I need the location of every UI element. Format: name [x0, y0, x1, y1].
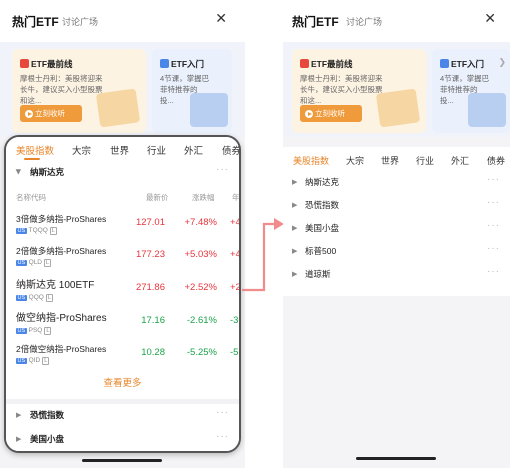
- etf-illustration: [468, 93, 506, 127]
- tab-discussion[interactable]: 讨论广场: [346, 15, 382, 28]
- tab-world[interactable]: 世界: [381, 154, 399, 167]
- more-icon[interactable]: ···: [216, 407, 229, 418]
- page-title: 热门ETF: [12, 15, 59, 29]
- group-nasdaq-expanded[interactable]: ▶ 纳斯达克 ···: [6, 161, 239, 181]
- card-title: ETF入门: [451, 59, 485, 69]
- more-icon[interactable]: ···: [216, 164, 229, 175]
- tab-us-index[interactable]: 美股指数: [16, 143, 54, 157]
- more-icon[interactable]: ···: [487, 174, 500, 185]
- tab-us-index[interactable]: 美股指数: [293, 154, 329, 167]
- home-indicator: [82, 459, 162, 462]
- card-desc: 摩根士丹利：美股将迎来长牛，建议买入小型股票和这...: [20, 74, 103, 105]
- etf-row[interactable]: 2倍做多纳指-ProShares US QLD L 177.23 +5.03% +4…: [6, 242, 239, 274]
- etf-row[interactable]: 做空纳指-ProShares USPSQL 17.16 -2.61% -30: [6, 308, 239, 340]
- group-vix[interactable]: ▶ 恐慌指数 ···: [6, 404, 239, 427]
- tab-commodity[interactable]: 大宗: [346, 154, 364, 167]
- col-change: 涨跌幅: [192, 193, 215, 202]
- tab-forex[interactable]: 外汇: [184, 143, 203, 157]
- etf-row[interactable]: 3倍做多纳指-ProShares US TQQQ L 127.01 +7.48% +…: [6, 210, 239, 242]
- listen-button[interactable]: 立刻收听: [300, 105, 362, 122]
- spacer: [283, 137, 510, 147]
- active-tab-indicator: [24, 158, 40, 160]
- col-name-code: 名称代码: [16, 193, 46, 202]
- more-icon[interactable]: ···: [487, 197, 500, 208]
- tab-discussion[interactable]: 讨论广场: [62, 15, 98, 28]
- etf-row[interactable]: 2倍做空纳指-ProShares USQIDL 10.28 -5.25% -56: [6, 340, 239, 372]
- col-year: 年: [232, 193, 240, 202]
- chevron-right-icon: ▶: [16, 436, 22, 443]
- chevron-down-icon: ▶: [14, 169, 22, 175]
- close-icon[interactable]: ✕: [484, 11, 496, 25]
- banner-area: ETF最前线 摩根士丹利：美股将迎来长牛，建议买入小型股票和这... 立刻收听 …: [0, 42, 245, 137]
- more-icon[interactable]: ···: [487, 266, 500, 277]
- etf-frontline-card[interactable]: ETF最前线 摩根士丹利：美股将迎来长牛，建议买入小型股票和这... 立刻收听: [292, 49, 426, 133]
- book-illustration: [375, 88, 421, 128]
- banner-area: ETF最前线 摩根士丹利：美股将迎来长牛，建议买入小型股票和这... 立刻收听 …: [283, 42, 510, 137]
- card-title: ETF最前线: [311, 59, 353, 69]
- etf-frontline-card[interactable]: ETF最前线 摩根士丹利：美股将迎来长牛，建议买入小型股票和这... 立刻收听: [12, 49, 146, 133]
- page-title: 热门ETF: [292, 15, 339, 29]
- close-icon[interactable]: ✕: [215, 11, 227, 25]
- col-price: 最新价: [146, 193, 169, 202]
- more-icon[interactable]: ···: [487, 220, 500, 231]
- book-icon: [160, 59, 169, 68]
- etf-intro-card[interactable]: ETF入门 4节课，掌握巴菲特推荐的投... ❯: [432, 49, 510, 133]
- group-list: ▶ 纳斯达克 ··· ▶ 恐慌指数 ··· ▶ 美国小盘 ··· ▶ 标普500…: [283, 171, 510, 296]
- tab-industry[interactable]: 行业: [147, 143, 166, 157]
- group-dow-jones[interactable]: ▶ 道琼斯 ···: [283, 263, 510, 286]
- category-tabs: 美股指数 大宗 世界 行业 外汇 债券: [6, 137, 239, 162]
- tab-commodity[interactable]: 大宗: [72, 143, 91, 157]
- card-title: ETF最前线: [31, 59, 73, 69]
- group-us-smallcap[interactable]: ▶ 美国小盘 ···: [6, 428, 239, 451]
- tab-industry[interactable]: 行业: [416, 154, 434, 167]
- header: 热门ETF 讨论广场 ✕: [283, 0, 510, 42]
- group-sp500[interactable]: ▶ 标普500 ···: [283, 240, 510, 263]
- chevron-right-icon: ▶: [16, 412, 22, 419]
- tab-forex[interactable]: 外汇: [451, 154, 469, 167]
- see-more-link[interactable]: 查看更多: [6, 375, 239, 389]
- card-desc: 摩根士丹利：美股将迎来长牛，建议买入小型股票和这...: [300, 74, 383, 105]
- more-icon[interactable]: ···: [216, 431, 229, 442]
- chevron-right-icon: ▶: [292, 179, 298, 186]
- tab-world[interactable]: 世界: [110, 143, 129, 157]
- flag-icon: [300, 59, 309, 68]
- chevron-right-icon: ▶: [292, 271, 298, 278]
- etf-illustration: [190, 93, 228, 127]
- etf-row[interactable]: 纳斯达克 100ETF USQQQL 271.86 +2.52% +28: [6, 275, 239, 307]
- chevron-right-icon: ▶: [292, 225, 298, 232]
- listen-button[interactable]: 立刻收听: [20, 105, 82, 122]
- chevron-right-icon[interactable]: ❯: [498, 57, 506, 68]
- group-us-smallcap[interactable]: ▶ 美国小盘 ···: [283, 217, 510, 240]
- header: 热门ETF 讨论广场 ✕: [0, 0, 245, 42]
- tab-bonds[interactable]: 债券: [487, 154, 505, 167]
- group-vix[interactable]: ▶ 恐慌指数 ···: [283, 194, 510, 217]
- zoomed-etf-list: 美股指数 大宗 世界 行业 外汇 债券 ▶ 纳斯达克 ··· 名称代码 最新价 …: [4, 135, 241, 453]
- right-screen: 热门ETF 讨论广场 ✕ ETF最前线 摩根士丹利：美股将迎来长牛，建议买入小型…: [283, 0, 510, 468]
- card-title: ETF入门: [171, 59, 205, 69]
- book-icon: [440, 59, 449, 68]
- tab-bonds[interactable]: 债券: [222, 143, 239, 157]
- flag-icon: [20, 59, 29, 68]
- book-illustration: [95, 88, 141, 128]
- group-nasdaq[interactable]: ▶ 纳斯达克 ···: [283, 171, 510, 194]
- chevron-right-icon: ▶: [292, 202, 298, 209]
- etf-intro-card[interactable]: ETF入门 4节课，掌握巴菲特推荐的投...: [152, 49, 232, 133]
- home-indicator: [356, 457, 436, 460]
- category-tabs: 美股指数 大宗 世界 行业 外汇 债券: [283, 147, 510, 171]
- more-icon[interactable]: ···: [487, 243, 500, 254]
- chevron-right-icon: ▶: [292, 248, 298, 255]
